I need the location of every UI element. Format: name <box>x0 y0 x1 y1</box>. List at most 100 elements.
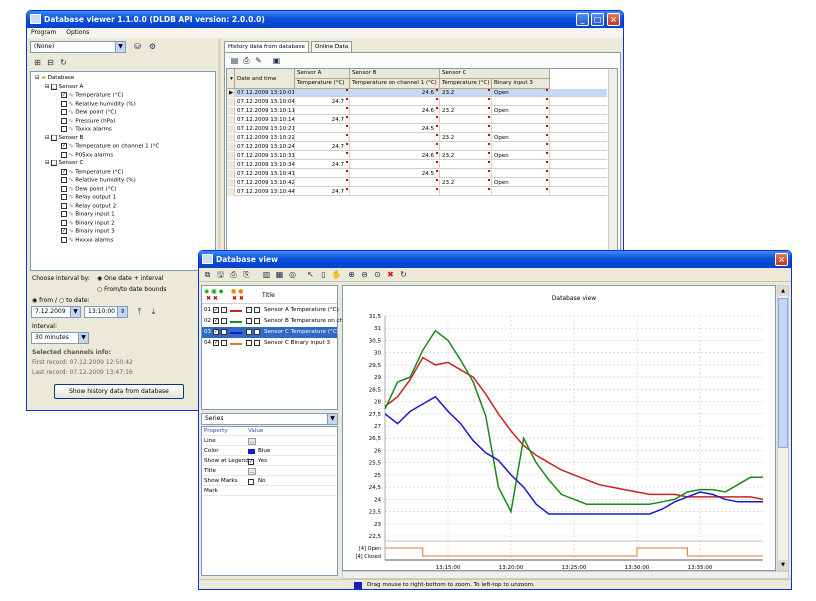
viewer-title-bar[interactable]: Database viewer 1.1.0.0 (DLDB API versio… <box>27 11 623 28</box>
grid-subheader-temp-a[interactable]: Temperature (°C) <box>295 79 350 89</box>
option-one-date[interactable]: ◉ One date + interval <box>97 275 164 283</box>
series-row[interactable]: 02 ✓ Sensor B Temperature on ch <box>202 316 343 327</box>
chart-vscrollbar[interactable]: ▲ ▼ <box>777 285 789 571</box>
arrow-up-icon[interactable]: ⤒ <box>134 307 145 317</box>
tree-item[interactable]: ∿ Pressure (hPa) <box>61 117 115 125</box>
grid-sort-header[interactable]: ▾ <box>227 69 235 89</box>
tree-item[interactable]: ∿ Relay output 2 <box>61 202 116 210</box>
document-icon[interactable]: ▯ <box>318 270 329 280</box>
tab-online[interactable]: Online Data <box>311 41 353 52</box>
marks-checkbox-2[interactable] <box>254 307 260 313</box>
view-icon[interactable]: ◎ <box>287 270 298 280</box>
table-row[interactable]: 07.12.2009 13:10:11 24.6 23.2 Open <box>227 107 607 115</box>
database-settings-icon[interactable]: ⚙ <box>147 42 158 52</box>
visible-checkbox[interactable]: ✓ <box>213 307 219 313</box>
grid-subheader-temp-c[interactable]: Temperature (°C) <box>440 79 492 89</box>
tree-item[interactable]: ⊟ ▰ Database <box>35 75 74 82</box>
property-row[interactable]: Mark <box>202 487 337 496</box>
table-row[interactable]: 07.12.2009 13:10:04 24.7 <box>227 98 607 106</box>
print-icon[interactable]: ⎙ <box>241 56 252 66</box>
marks-checkbox-2[interactable] <box>254 340 260 346</box>
time-field[interactable]: 13:10:00 ⇕ <box>84 306 128 318</box>
property-row[interactable]: Show Marks No <box>202 477 337 486</box>
checkbox[interactable] <box>61 177 67 183</box>
props-select[interactable]: Series ▼ <box>201 413 338 425</box>
property-row[interactable]: Line... <box>202 437 337 446</box>
marks-checkbox-2[interactable] <box>254 329 260 335</box>
marks-checkbox-2[interactable] <box>254 318 260 324</box>
show-legend-checkbox[interactable]: ✓ <box>248 459 254 465</box>
tree-item[interactable]: ∿ Binary input 1 <box>61 211 115 218</box>
grid-header-sensor-b[interactable]: Sensor B <box>350 69 440 79</box>
expand-tree-icon[interactable]: ⊞ <box>32 58 43 68</box>
checkbox[interactable]: ✓ <box>61 228 67 234</box>
checkbox[interactable] <box>61 126 67 132</box>
visible-checkbox[interactable]: ✓ <box>213 340 219 346</box>
export-icon[interactable]: ▤ <box>229 56 240 66</box>
grid-subheader-binary[interactable]: Binary input 3 <box>492 79 550 89</box>
table-row[interactable]: 07.12.2009 13:10:41 24.5 <box>227 170 607 178</box>
calendar-dropdown-icon[interactable]: ▼ <box>70 307 80 317</box>
checkbox[interactable] <box>61 202 67 209</box>
collapse-icon[interactable]: ⊟ <box>45 160 50 166</box>
mark-checkbox[interactable] <box>221 318 227 324</box>
tree-item[interactable]: ⊟ ■ Sensor C <box>45 160 83 167</box>
mark-checkbox[interactable] <box>221 307 227 313</box>
grid-subheader-temp-b[interactable]: Temperature on channel 1 (°C) <box>350 79 440 89</box>
collapse-tree-icon[interactable]: ⊟ <box>45 58 56 68</box>
chart-area[interactable]: Database view 31,5 31 30,5 30 29,5 29 28,5 28 27,… <box>342 285 776 571</box>
tree-item[interactable]: ✓ ∿ Temperature (°C) <box>61 168 124 176</box>
checkbox[interactable]: ✓ <box>61 168 67 175</box>
marks-checkbox[interactable] <box>246 340 252 346</box>
refresh-icon[interactable]: ↻ <box>398 270 409 280</box>
chevron-down-icon[interactable]: ▼ <box>115 42 125 52</box>
zoom-in-icon[interactable]: ⊕ <box>346 270 357 280</box>
checkbox[interactable] <box>61 219 67 226</box>
visible-checkbox[interactable]: ✓ <box>213 329 219 335</box>
grid-header-date[interactable]: Date and time <box>235 69 295 89</box>
marks-checkbox[interactable] <box>246 329 252 335</box>
checkbox[interactable]: ✓ <box>61 92 67 98</box>
collapse-icon[interactable]: ⊟ <box>35 75 40 81</box>
menu-program[interactable]: Program <box>31 29 56 36</box>
refresh-tree-icon[interactable]: ↻ <box>58 58 69 68</box>
delete-icon[interactable]: ✖ <box>385 270 396 280</box>
tree-item[interactable]: ∿ Dew point (°C) <box>61 109 116 116</box>
source-select[interactable]: (None) ▼ <box>30 41 126 53</box>
pointer-icon[interactable]: ↖ <box>305 270 316 280</box>
table-row[interactable]: 07.12.2009 13:10:24 24.7 <box>227 143 607 151</box>
marks-checkbox[interactable] <box>246 318 252 324</box>
chevron-down-icon[interactable]: ▼ <box>327 414 337 424</box>
show-marks-checkbox[interactable] <box>248 479 254 485</box>
scroll-up-icon[interactable]: ▲ <box>778 286 788 296</box>
arrow-down-icon[interactable]: ⤓ <box>148 307 159 317</box>
mark-checkbox[interactable] <box>221 340 227 346</box>
print-icon[interactable]: ⎙ <box>228 270 239 280</box>
tree-item[interactable]: ⊟ ■ Sensor A <box>45 83 83 91</box>
checkbox[interactable] <box>61 236 67 243</box>
tree-item[interactable]: ∿ Taxxx alarms <box>61 126 112 133</box>
checkbox[interactable] <box>61 151 67 158</box>
zoom-fit-icon[interactable]: ⊙ <box>372 270 383 280</box>
collapse-icon[interactable]: ⊟ <box>45 135 50 141</box>
temperature-chart[interactable]: Database view 31,5 31 30,5 30 29,5 29 28,5 28 27,… <box>343 286 775 570</box>
tree-item[interactable]: ∿ Dew point (°C) <box>61 185 116 193</box>
zoom-out-icon[interactable]: ⊖ <box>359 270 370 280</box>
tree-item[interactable]: ∿ P05xx alarms <box>61 151 113 159</box>
scroll-down-icon[interactable]: ▼ <box>778 560 788 570</box>
spin-icon[interactable]: ⇕ <box>117 307 127 317</box>
table-row[interactable]: 07.12.2009 13:10:34 24.7 <box>227 161 607 169</box>
property-row[interactable]: Title... <box>202 467 337 476</box>
checkbox[interactable] <box>61 194 67 200</box>
menu-options[interactable]: Options <box>66 29 89 36</box>
property-ellipsis-button[interactable]: ... <box>248 438 256 445</box>
property-ellipsis-button[interactable]: ... <box>248 468 256 475</box>
tree-item[interactable]: ∿ Relative humidity (%) <box>61 100 136 108</box>
grid-scrollbar[interactable] <box>608 69 617 252</box>
grid-header-sensor-c[interactable]: Sensor C <box>440 69 550 79</box>
tree-item[interactable]: ✓ ∿ Temperature (°C) <box>61 92 124 99</box>
bar-chart-icon[interactable]: ▥ <box>261 270 272 280</box>
tree-item[interactable]: ⊟ ■ Sensor B <box>45 134 83 142</box>
option-from-to[interactable]: ○ From/to date bounds <box>97 286 166 294</box>
grid-icon[interactable]: ▦ <box>274 270 285 280</box>
